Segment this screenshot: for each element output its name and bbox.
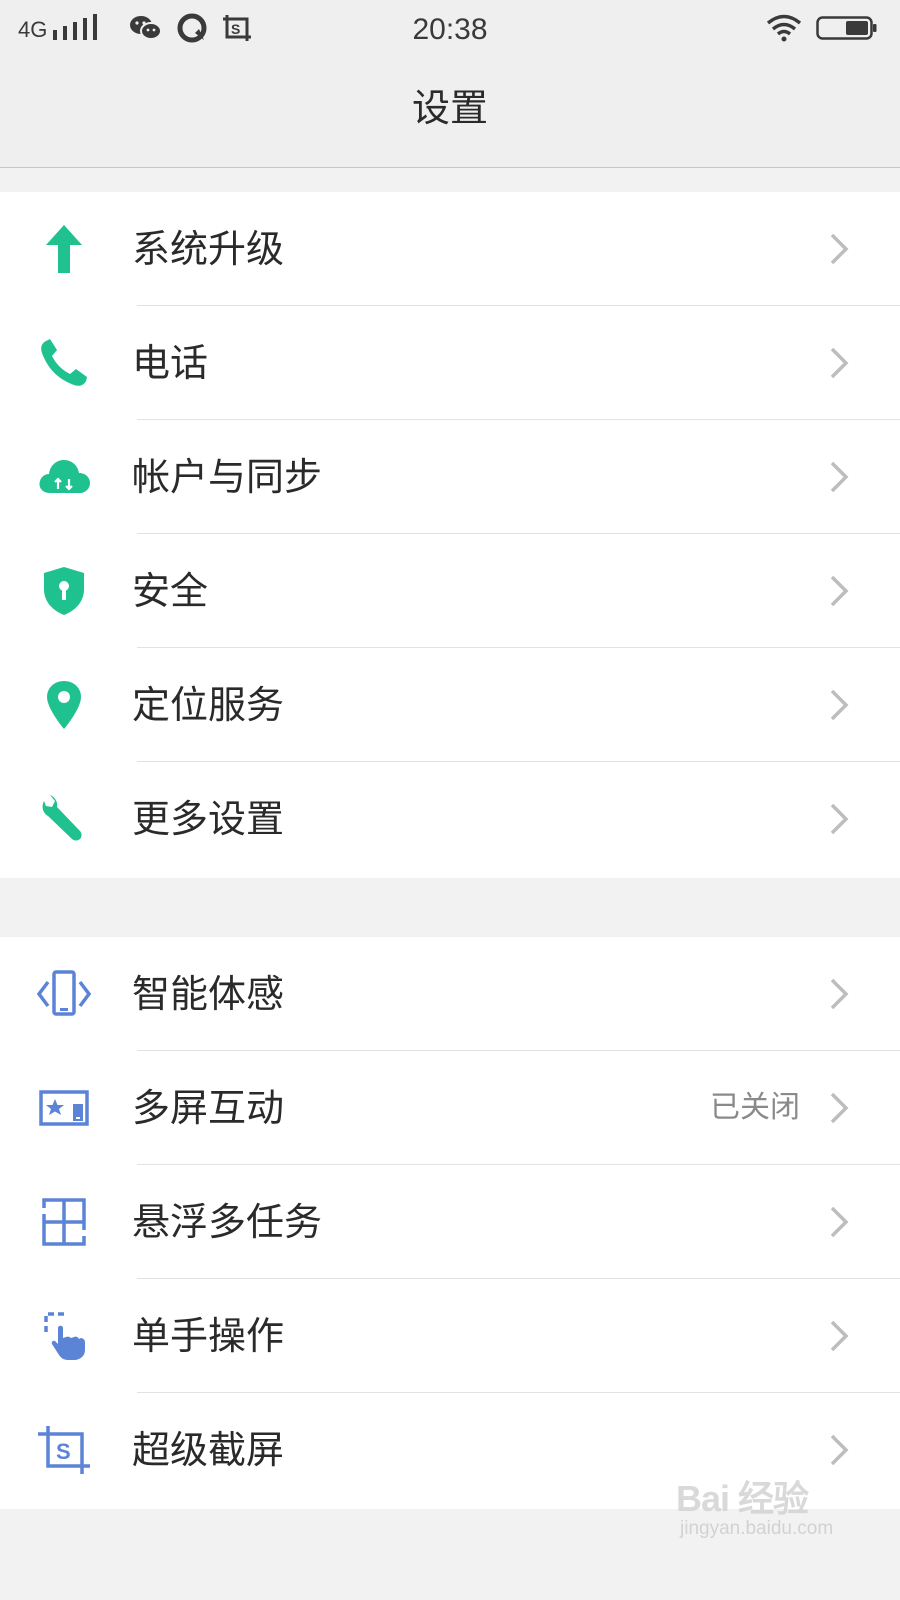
- settings-item-smart-motion[interactable]: 智能体感: [0, 937, 900, 1051]
- chevron-right-icon: [828, 573, 852, 609]
- multi-screen-icon: [36, 1082, 92, 1134]
- settings-item-label: 智能体感: [132, 972, 285, 1016]
- upgrade-arrow-icon: [36, 223, 92, 275]
- status-right: [766, 12, 878, 48]
- watermark-logo: Bai 经验: [676, 1478, 809, 1519]
- battery-icon: [816, 14, 878, 46]
- chevron-right-icon: [828, 1432, 852, 1468]
- chevron-right-icon: [828, 687, 852, 723]
- chevron-right-icon: [828, 976, 852, 1012]
- chevron-right-icon: [828, 1318, 852, 1354]
- super-screenshot-icon: S: [36, 1424, 92, 1476]
- status-time: 20:38: [412, 13, 488, 46]
- settings-item-label: 更多设置: [132, 797, 285, 841]
- settings-group-1: 系统升级 电话 帐户与同步 安全 定位服务 更多设置: [0, 192, 900, 878]
- settings-item-multi-screen[interactable]: 多屏互动 已关闭: [0, 1051, 900, 1165]
- settings-item-phone[interactable]: 电话: [0, 306, 900, 420]
- motion-sense-icon: [36, 968, 92, 1020]
- one-hand-icon: [36, 1310, 92, 1362]
- status-bar: 4G S 20:38: [0, 0, 900, 60]
- settings-item-more-settings[interactable]: 更多设置: [0, 762, 900, 876]
- settings-item-account-sync[interactable]: 帐户与同步: [0, 420, 900, 534]
- settings-item-label: 系统升级: [132, 227, 285, 271]
- watermark: Bai 经验 jingyan.baidu.com: [676, 1470, 876, 1560]
- settings-item-floating-multitask[interactable]: 悬浮多任务: [0, 1165, 900, 1279]
- shield-lock-icon: [36, 565, 92, 617]
- settings-item-label: 电话: [132, 341, 209, 385]
- settings-item-label: 帐户与同步: [132, 455, 323, 499]
- cloud-sync-icon: [36, 451, 92, 503]
- settings-item-label: 多屏互动: [132, 1086, 285, 1130]
- settings-item-one-hand[interactable]: 单手操作: [0, 1279, 900, 1393]
- title-bar: 设置: [0, 60, 900, 168]
- settings-item-location[interactable]: 定位服务: [0, 648, 900, 762]
- settings-item-system-upgrade[interactable]: 系统升级: [0, 192, 900, 306]
- chevron-right-icon: [828, 231, 852, 267]
- floating-multitask-icon: [36, 1196, 92, 1248]
- wifi-icon: [766, 14, 802, 46]
- wrench-icon: [36, 793, 92, 845]
- chevron-right-icon: [828, 1090, 852, 1126]
- status-value: 已关闭: [710, 1090, 800, 1125]
- settings-item-label: 安全: [132, 569, 209, 613]
- chevron-right-icon: [828, 345, 852, 381]
- chevron-right-icon: [828, 801, 852, 837]
- location-pin-icon: [36, 679, 92, 731]
- settings-group-2: 智能体感 多屏互动 已关闭 悬浮多任务 单手操作 S 超级截屏: [0, 937, 900, 1509]
- phone-icon: [36, 337, 92, 389]
- chevron-right-icon: [828, 459, 852, 495]
- settings-item-label: 悬浮多任务: [132, 1200, 323, 1244]
- settings-item-security[interactable]: 安全: [0, 534, 900, 648]
- watermark-url: jingyan.baidu.com: [680, 1518, 834, 1539]
- chevron-right-icon: [828, 1204, 852, 1240]
- svg-text:S: S: [56, 1439, 71, 1464]
- page-title: 设置: [411, 86, 488, 130]
- settings-item-label: 超级截屏: [132, 1428, 285, 1472]
- settings-item-label: 单手操作: [132, 1314, 285, 1358]
- settings-item-label: 定位服务: [132, 683, 285, 727]
